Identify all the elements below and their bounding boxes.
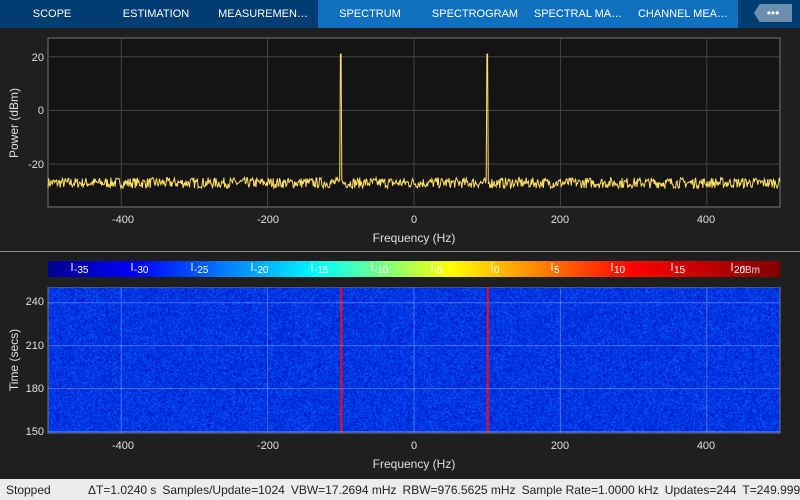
x-tick: -200 — [257, 214, 279, 226]
x-axis-label: Frequency (Hz) — [373, 457, 456, 471]
tab-estimation[interactable]: ESTIMATION — [104, 0, 208, 28]
colorbar-tick-label: 5 — [554, 265, 560, 276]
x-tick: 400 — [697, 440, 715, 452]
x-tick: 0 — [411, 214, 417, 226]
y-tick: 240 — [26, 296, 44, 308]
tab-spectrum[interactable]: SPECTRUM — [318, 0, 422, 28]
status-item: Sample Rate=1.0000 kHz — [521, 482, 659, 497]
tab-bar: SCOPE ESTIMATION MEASUREMEN… SPECTRUM SP… — [0, 0, 800, 28]
tab-measurements[interactable]: MEASUREMEN… — [208, 0, 318, 28]
colorbar-tick-label: -10 — [374, 265, 389, 276]
x-tick: 0 — [411, 440, 417, 452]
spectrum-plot: 20 0 -20 -400 -200 0 200 400 Frequency (… — [7, 37, 781, 245]
tab-spectrogram[interactable]: SPECTROGRAM — [422, 0, 528, 28]
colorbar-tick-label: -35 — [74, 265, 89, 276]
status-item: RBW=976.5625 mHz — [402, 482, 516, 497]
x-tick: 200 — [551, 440, 569, 452]
y-tick: 150 — [26, 426, 44, 438]
colorbar-tick-label: -30 — [134, 265, 149, 276]
colorbar-tick-label: 0 — [494, 265, 500, 276]
status-state: Stopped — [6, 482, 51, 497]
y-tick: 20 — [32, 52, 44, 64]
colorbar-tick-label: -20 — [254, 265, 269, 276]
more-tabs-button[interactable]: ••• — [754, 4, 792, 22]
tab-spectral-mask[interactable]: SPECTRAL MA… — [528, 0, 628, 28]
colorbar: -35 -30 -25 -20 -15 -10 -5 0 5 10 15 20 dBm — [48, 261, 780, 277]
spectrogram-image — [48, 287, 780, 433]
status-item: Updates=244 — [664, 482, 737, 497]
colorbar-tick-label: 15 — [674, 265, 686, 276]
y-tick: 0 — [38, 105, 44, 117]
status-item: T=249.999 — [742, 482, 800, 497]
divider — [0, 251, 800, 252]
colorbar-gradient — [48, 261, 780, 277]
x-tick: 400 — [697, 214, 715, 226]
tab-scope[interactable]: SCOPE — [0, 0, 104, 28]
status-item: VBW=17.2694 mHz — [290, 482, 397, 497]
x-tick: -400 — [112, 440, 134, 452]
x-tick: 200 — [551, 214, 569, 226]
y-tick: 180 — [26, 383, 44, 395]
colorbar-tick-label: 10 — [614, 265, 626, 276]
y-tick: -20 — [28, 159, 44, 171]
status-item: ΔT=1.0240 s — [88, 482, 157, 497]
colorbar-tick-label: -5 — [434, 265, 443, 276]
tab-channel-measurements[interactable]: CHANNEL MEA… — [628, 0, 738, 28]
colorbar-tick-label: -15 — [314, 265, 329, 276]
x-tick: -200 — [257, 440, 279, 452]
colorbar-tick-label: -25 — [194, 265, 209, 276]
y-tick: 210 — [26, 340, 44, 352]
y-axis-label: Time (secs) — [7, 329, 21, 391]
colorbar-unit: dBm — [739, 265, 760, 276]
x-axis-label: Frequency (Hz) — [373, 231, 456, 245]
x-tick: -400 — [112, 214, 134, 226]
status-bar: Stopped ΔT=1.0240 s Samples/Update=1024 VB… — [0, 479, 800, 500]
y-axis-label: Power (dBm) — [7, 88, 21, 158]
status-item: Samples/Update=1024 — [162, 482, 285, 497]
